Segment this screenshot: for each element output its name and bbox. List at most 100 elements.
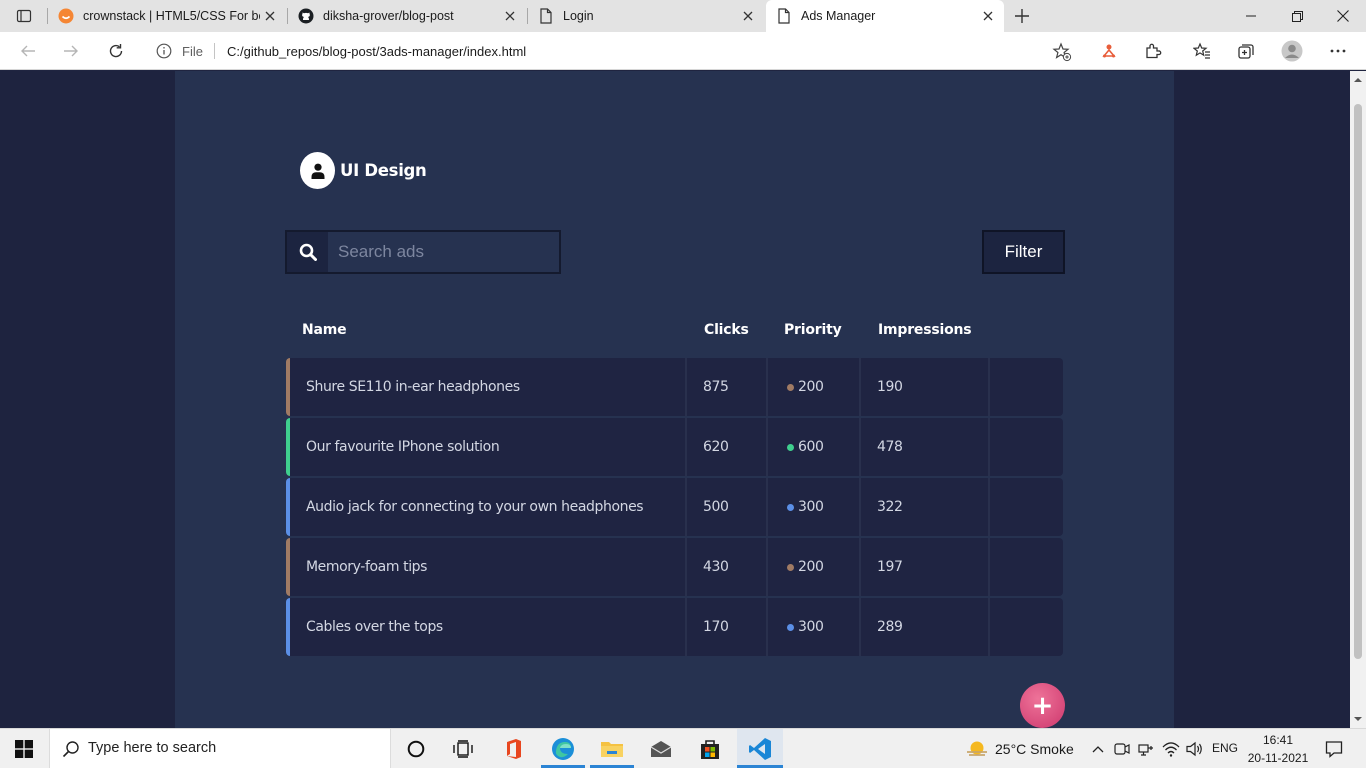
wifi-button[interactable] bbox=[1160, 729, 1182, 768]
column-divider bbox=[766, 538, 768, 596]
table-row[interactable]: Shure SE110 in-ear headphones 875 200 19… bbox=[286, 358, 1063, 416]
priority-cell: 200 bbox=[787, 358, 824, 416]
column-header-impressions[interactable]: Impressions bbox=[878, 322, 972, 338]
volume-button[interactable] bbox=[1184, 729, 1206, 768]
refresh-button[interactable] bbox=[102, 37, 130, 65]
impressions-cell: 289 bbox=[877, 619, 903, 635]
task-view-button[interactable] bbox=[441, 729, 485, 768]
forward-button[interactable] bbox=[57, 37, 85, 65]
impressions-cell: 322 bbox=[877, 499, 903, 515]
store-app-button[interactable] bbox=[688, 729, 732, 768]
column-header-priority[interactable]: Priority bbox=[784, 322, 842, 338]
notification-center-button[interactable] bbox=[1320, 729, 1348, 768]
windows-taskbar: Type here to search 25°C Smoke ENG 16:41… bbox=[0, 728, 1366, 768]
search-input[interactable] bbox=[328, 232, 559, 272]
tab-login[interactable]: Login bbox=[528, 0, 764, 32]
row-color-stripe bbox=[286, 358, 290, 416]
column-divider bbox=[685, 418, 687, 476]
add-favorite-button[interactable] bbox=[1052, 42, 1072, 62]
avatar bbox=[300, 152, 335, 189]
network-button[interactable] bbox=[1136, 729, 1156, 768]
restore-button[interactable] bbox=[1274, 0, 1320, 32]
ad-name-cell: Our favourite IPhone solution bbox=[306, 439, 500, 455]
scrollbar-thumb[interactable] bbox=[1354, 104, 1362, 659]
column-header-clicks[interactable]: Clicks bbox=[704, 322, 749, 338]
new-tab-button[interactable] bbox=[1008, 4, 1036, 28]
clicks-cell: 620 bbox=[703, 439, 729, 455]
meet-now-icon bbox=[1114, 743, 1130, 755]
mail-app-button[interactable] bbox=[639, 729, 683, 768]
table-row[interactable]: Audio jack for connecting to your own he… bbox=[286, 478, 1063, 536]
row-color-stripe bbox=[286, 478, 290, 536]
back-button[interactable] bbox=[14, 37, 42, 65]
restore-icon bbox=[1291, 10, 1303, 22]
start-button[interactable] bbox=[0, 729, 48, 768]
show-hidden-icons-button[interactable] bbox=[1088, 729, 1108, 768]
collections-button[interactable] bbox=[1234, 39, 1258, 63]
plus-icon bbox=[1015, 9, 1029, 23]
user-icon bbox=[311, 163, 324, 179]
minimize-icon bbox=[1246, 15, 1256, 17]
tab-ads-manager[interactable]: Ads Manager bbox=[766, 0, 1004, 32]
favorites-button[interactable] bbox=[1190, 39, 1214, 63]
tray-app-button[interactable] bbox=[1112, 729, 1132, 768]
network-icon bbox=[1138, 744, 1153, 756]
language-indicator[interactable]: ENG bbox=[1212, 741, 1238, 755]
office-app-button[interactable] bbox=[492, 729, 536, 768]
column-divider bbox=[766, 418, 768, 476]
weather-text[interactable]: 25°C Smoke bbox=[995, 741, 1074, 757]
settings-menu-button[interactable] bbox=[1326, 39, 1350, 63]
weather-widget-icon-button[interactable] bbox=[962, 729, 992, 768]
vscode-app-button[interactable] bbox=[737, 729, 783, 768]
address-bar[interactable]: File C:/github_repos/blog-post/3ads-mana… bbox=[146, 36, 1084, 66]
column-divider bbox=[685, 478, 687, 536]
column-divider bbox=[859, 598, 861, 656]
profile-button[interactable] bbox=[1280, 39, 1304, 63]
column-divider bbox=[859, 358, 861, 416]
taskbar-search-box[interactable]: Type here to search bbox=[49, 729, 391, 768]
filter-button[interactable]: Filter bbox=[982, 230, 1065, 274]
url-text[interactable]: C:/github_repos/blog-post/3ads-manager/i… bbox=[227, 44, 526, 59]
extension-button[interactable] bbox=[1097, 39, 1121, 63]
column-divider bbox=[859, 538, 861, 596]
add-ad-button[interactable]: + bbox=[1020, 683, 1065, 728]
minimize-button[interactable] bbox=[1228, 0, 1274, 32]
scroll-down-icon[interactable] bbox=[1354, 715, 1362, 723]
impressions-cell: 478 bbox=[877, 439, 903, 455]
taskbar-clock[interactable]: 16:41 20-11-2021 bbox=[1240, 731, 1316, 767]
close-window-button[interactable] bbox=[1320, 0, 1366, 32]
search-button[interactable] bbox=[287, 232, 328, 272]
table-row[interactable]: Cables over the tops 170 300 289 bbox=[286, 598, 1063, 656]
close-tab-icon[interactable] bbox=[260, 6, 280, 26]
close-tab-icon[interactable] bbox=[500, 6, 520, 26]
info-icon[interactable] bbox=[156, 43, 172, 59]
more-horizontal-icon bbox=[1330, 49, 1346, 53]
search-icon bbox=[62, 741, 79, 758]
extensions-button[interactable] bbox=[1141, 39, 1165, 63]
chevron-up-icon bbox=[1092, 746, 1104, 753]
cortana-icon bbox=[407, 740, 425, 758]
tab-actions-button[interactable] bbox=[10, 4, 38, 28]
edge-app-button[interactable] bbox=[541, 729, 585, 768]
page-viewport: UI Design Filter Name Clicks Priority Im… bbox=[0, 71, 1350, 728]
close-tab-icon[interactable] bbox=[738, 6, 758, 26]
priority-value: 300 bbox=[798, 619, 824, 635]
tab-crownstack[interactable]: crownstack | HTML5/CSS For beginners bbox=[48, 0, 286, 32]
column-divider bbox=[685, 358, 687, 416]
cortana-button[interactable] bbox=[394, 729, 438, 768]
page-icon bbox=[776, 8, 792, 24]
tab-github[interactable]: diksha-grover/blog-post bbox=[288, 0, 526, 32]
store-icon bbox=[701, 740, 719, 759]
column-header-name[interactable]: Name bbox=[302, 322, 347, 338]
ad-name-cell: Shure SE110 in-ear headphones bbox=[306, 379, 520, 395]
scroll-up-icon[interactable] bbox=[1354, 76, 1362, 84]
table-row[interactable]: Memory-foam tips 430 200 197 bbox=[286, 538, 1063, 596]
folder-icon bbox=[601, 742, 623, 757]
extension-people-icon bbox=[1102, 44, 1116, 58]
file-explorer-button[interactable] bbox=[590, 729, 634, 768]
page-scrollbar[interactable] bbox=[1350, 71, 1366, 728]
close-tab-icon[interactable] bbox=[978, 6, 998, 26]
table-row[interactable]: Our favourite IPhone solution 620 600 47… bbox=[286, 418, 1063, 476]
tab-title: diksha-grover/blog-post bbox=[323, 9, 454, 23]
office-icon bbox=[507, 739, 521, 759]
